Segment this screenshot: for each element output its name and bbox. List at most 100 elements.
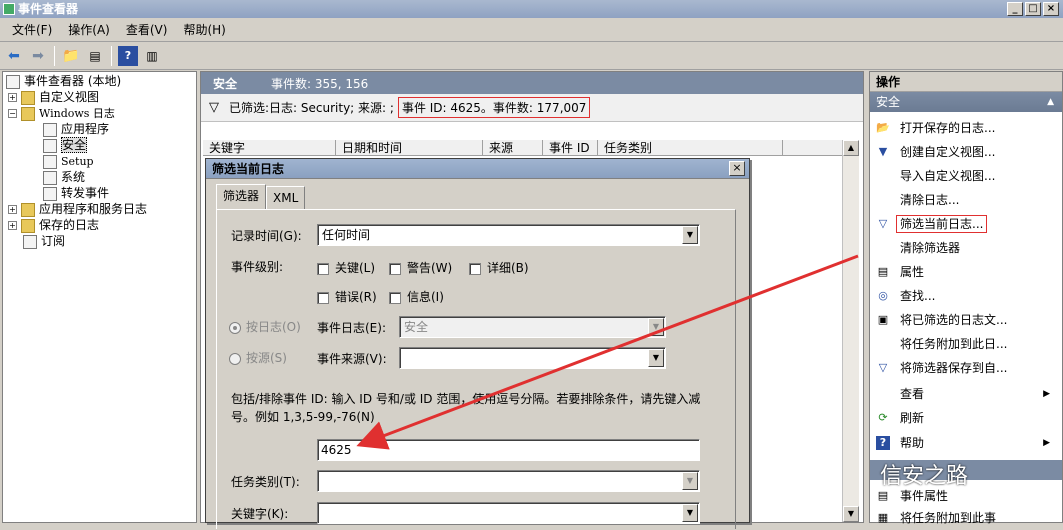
- by-log-radio[interactable]: 按日志(O): [229, 318, 301, 335]
- tree-application[interactable]: 应用程序: [43, 121, 109, 137]
- warning-checkbox[interactable]: 警告(W): [389, 259, 452, 276]
- forward-arrow-icon[interactable]: ➡: [28, 46, 48, 66]
- window-title: 事件查看器: [18, 2, 79, 16]
- chevron-down-icon[interactable]: ▼: [682, 472, 698, 490]
- chevron-down-icon[interactable]: ▼: [648, 318, 664, 336]
- window-title-bar: 事件查看器 _ □ ×: [0, 0, 1063, 18]
- chevron-down-icon[interactable]: ▼: [648, 349, 664, 367]
- tree-root[interactable]: 事件查看器 (本地): [6, 73, 121, 89]
- action-import-custom-view[interactable]: 导入自定义视图...: [870, 164, 1060, 188]
- folder-icon: [21, 90, 35, 105]
- dialog-close-icon[interactable]: ×: [729, 161, 745, 176]
- expand-icon[interactable]: +: [8, 93, 17, 102]
- event-id-input[interactable]: 4625: [317, 439, 700, 461]
- action-attach-task[interactable]: 将任务附加到此日...: [870, 332, 1060, 356]
- action-clear-log[interactable]: 清除日志...: [870, 188, 1060, 212]
- logged-select[interactable]: 任何时间 ▼: [317, 224, 700, 246]
- subscription-icon: [23, 234, 37, 249]
- show-pane-icon[interactable]: ▥: [142, 46, 162, 66]
- critical-checkbox[interactable]: 关键(L): [317, 259, 375, 276]
- scroll-down-icon[interactable]: ▼: [843, 506, 859, 522]
- tree-subscriptions[interactable]: 订阅: [23, 233, 65, 249]
- tree-saved-logs[interactable]: + 保存的日志: [8, 217, 99, 233]
- event-logs-label: 事件日志(E):: [317, 321, 386, 335]
- close-icon[interactable]: ×: [1043, 2, 1059, 16]
- column-keywords[interactable]: 关键字: [203, 140, 336, 155]
- chevron-down-icon[interactable]: ▼: [682, 504, 698, 522]
- event-logs-select[interactable]: 安全 ▼: [399, 316, 666, 338]
- event-viewer-app-icon: [3, 3, 15, 15]
- menu-action[interactable]: 操作(A): [60, 21, 118, 38]
- actions-section-security[interactable]: 安全 ▲: [870, 92, 1062, 112]
- collapse-caret-icon[interactable]: ▲: [1047, 92, 1054, 112]
- menu-help[interactable]: 帮助(H): [175, 21, 233, 38]
- filter-prefix: 已筛选:日志: Security; 来源: ;: [229, 101, 394, 115]
- funnel-icon: ▼: [878, 145, 888, 158]
- tree-setup[interactable]: Setup: [43, 153, 94, 169]
- keywords-select[interactable]: ▼: [317, 502, 700, 524]
- filter-status-bar: ▽ 已筛选:日志: Security; 来源: ; 事件 ID: 4625。事件…: [201, 94, 863, 122]
- tree-windows-logs[interactable]: − Windows 日志: [8, 105, 115, 121]
- tree-app-service-logs[interactable]: + 应用程序和服务日志: [8, 201, 147, 217]
- action-open-saved-log[interactable]: 📂 打开保存的日志...: [870, 116, 1060, 140]
- tree-security[interactable]: 安全: [43, 137, 88, 153]
- help-icon[interactable]: ?: [118, 45, 138, 66]
- collapse-icon[interactable]: −: [8, 109, 17, 118]
- error-checkbox[interactable]: 错误(R): [317, 288, 377, 305]
- filter-icon: ▽: [878, 217, 888, 230]
- action-refresh[interactable]: ⟳ 刷新: [870, 406, 1060, 430]
- log-icon: [43, 138, 57, 153]
- pane-header: 安全 事件数: 355, 156: [201, 72, 863, 94]
- action-create-custom-view[interactable]: ▼ 创建自定义视图...: [870, 140, 1060, 164]
- folder-up-icon[interactable]: 📁: [61, 46, 81, 66]
- properties-icon: ▤: [877, 489, 889, 502]
- task-category-label: 任务类别(T):: [231, 475, 300, 489]
- action-filter-current-log[interactable]: ▽ 筛选当前日志...: [870, 212, 1060, 236]
- action-clear-filter[interactable]: 清除筛选器: [870, 236, 1060, 260]
- expand-icon[interactable]: +: [8, 205, 17, 214]
- console-tree-icon[interactable]: ▤: [85, 46, 105, 66]
- menu-file[interactable]: 文件(F): [4, 21, 60, 38]
- tab-xml[interactable]: XML: [266, 186, 306, 209]
- maximize-icon[interactable]: □: [1025, 2, 1041, 16]
- column-source[interactable]: 来源: [483, 140, 543, 155]
- action-properties[interactable]: ▤ 属性: [870, 260, 1060, 284]
- tree-forwarded[interactable]: 转发事件: [43, 185, 109, 201]
- column-headers: 关键字 日期和时间 来源 事件 ID 任务类别: [203, 140, 855, 156]
- scroll-up-icon[interactable]: ▲: [843, 140, 859, 156]
- log-icon: [43, 170, 57, 185]
- action-save-filtered-log[interactable]: ▣ 将已筛选的日志文...: [870, 308, 1060, 332]
- action-save-filter[interactable]: ▽ 将筛选器保存到自...: [870, 356, 1060, 380]
- action-attach-task-event[interactable]: ▦ 将任务附加到此事: [870, 506, 1060, 530]
- back-arrow-icon[interactable]: ⬅: [4, 46, 24, 66]
- minimize-icon[interactable]: _: [1007, 2, 1023, 16]
- column-task-category[interactable]: 任务类别: [598, 140, 783, 155]
- vertical-scrollbar[interactable]: ▲ ▼: [842, 140, 859, 522]
- menu-view[interactable]: 查看(V): [118, 21, 176, 38]
- action-help[interactable]: ? 帮助 ▶: [870, 431, 1060, 455]
- verbose-checkbox[interactable]: 详细(B): [469, 259, 529, 276]
- filter-dialog: 筛选当前日志 × 筛选器 XML 记录时间(G): 任何时间 ▼ 事件级别: 关…: [205, 158, 750, 529]
- column-event-id[interactable]: 事件 ID: [543, 140, 598, 155]
- expand-icon[interactable]: +: [8, 221, 17, 230]
- funnel-icon: ▽: [209, 100, 219, 115]
- keywords-label: 关键字(K):: [231, 507, 289, 521]
- by-source-radio[interactable]: 按源(S): [229, 349, 287, 366]
- event-sources-select[interactable]: ▼: [399, 347, 666, 369]
- filter-highlight: 事件 ID: 4625。事件数: 177,007: [397, 97, 591, 118]
- event-id-description: 包括/排除事件 ID: 输入 ID 号和/或 ID 范围，使用逗号分隔。若要排除…: [231, 392, 701, 424]
- filter-tab-panel: 记录时间(G): 任何时间 ▼ 事件级别: 关键(L) 警告(W) 详细(B) …: [216, 209, 736, 529]
- information-checkbox[interactable]: 信息(I): [389, 288, 444, 305]
- level-label: 事件级别:: [231, 260, 284, 274]
- properties-icon: ▤: [877, 265, 889, 278]
- task-category-select[interactable]: ▼: [317, 470, 700, 492]
- tab-filter[interactable]: 筛选器: [216, 184, 267, 209]
- log-icon: [43, 122, 57, 137]
- tree-custom-views[interactable]: + 自定义视图: [8, 89, 99, 105]
- action-view[interactable]: 查看 ▶: [870, 382, 1060, 406]
- column-datetime[interactable]: 日期和时间: [336, 140, 483, 155]
- action-find[interactable]: ◎ 查找...: [870, 284, 1060, 308]
- toolbar: ⬅ ➡ 📁 ▤ ? ▥: [0, 42, 1063, 70]
- tree-system[interactable]: 系统: [43, 169, 85, 185]
- chevron-down-icon[interactable]: ▼: [682, 226, 698, 244]
